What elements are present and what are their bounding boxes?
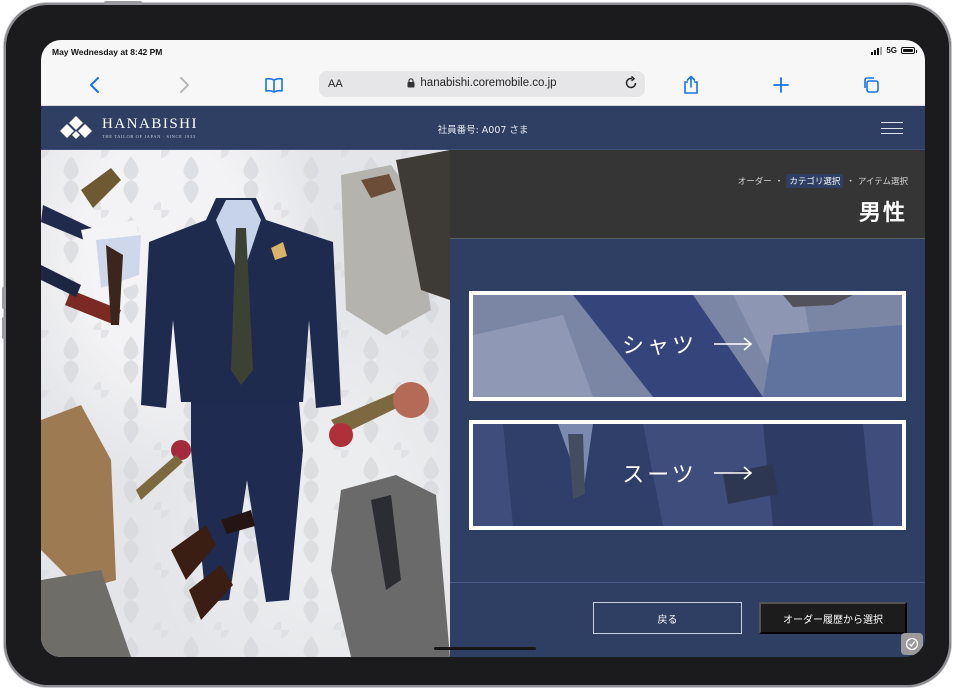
back-button[interactable]: 戻る [593,602,742,634]
suits-card-label: スーツ [473,457,902,489]
hero-photo [41,150,450,657]
address-bar[interactable]: AA hanabishi.coremobile.co.jp [319,71,645,97]
site-header: HANABISHI THE TAILOR OF JAPAN · SINCE 19… [41,106,925,150]
suits-label: スーツ [622,463,697,488]
network-label: 5G [886,46,897,55]
url-display: hanabishi.coremobile.co.jp [319,77,645,89]
top-button [104,1,142,5]
breadcrumb-item-select: アイテム選択 [857,177,908,187]
new-tab-icon[interactable] [768,72,794,98]
back-icon[interactable] [82,72,108,98]
breadcrumb-separator: ・ [846,177,855,187]
shirts-label: シャツ [621,334,697,359]
home-indicator [434,647,536,650]
ipad-frame: May Wednesday at 8:42 PM 5G AA hanabishi… [2,1,951,687]
reload-icon[interactable] [623,75,639,95]
url-text: hanabishi.coremobile.co.jp [420,77,557,89]
lock-icon [407,78,415,88]
breadcrumb: オーダー ・ カテゴリ選択 ・ アイテム選択 [738,174,908,188]
employee-label: 社員番号: A007 さま [437,125,529,136]
arrow-right-icon [713,332,753,357]
menswear-flatlay-illustration [41,150,450,657]
breadcrumb-order[interactable]: オーダー [738,175,772,187]
battery-icon [901,47,917,54]
page-title: 男性 [858,201,907,226]
screen: May Wednesday at 8:42 PM 5G AA hanabishi… [41,40,925,657]
breadcrumb-separator: ・ [774,177,784,187]
status-indicators: 5G [871,46,917,55]
footer-divider [450,582,925,583]
tabs-icon[interactable] [858,72,884,98]
share-icon[interactable] [678,72,704,98]
status-bar: May Wednesday at 8:42 PM 5G [41,40,925,64]
order-history-button[interactable]: オーダー履歴から選択 [759,602,907,634]
browser-toolbar: AA hanabishi.coremobile.co.jp [41,64,925,106]
signal-icon [871,46,883,55]
title-band: オーダー ・ カテゴリ選択 ・ アイテム選択 男性 [450,150,925,239]
menu-icon[interactable] [881,122,903,134]
arrow-right-icon [713,461,753,486]
shirts-card-label: シャツ [473,328,902,360]
bookmarks-icon[interactable] [261,72,287,98]
status-time: May Wednesday at 8:42 PM [52,47,163,57]
forward-icon[interactable] [171,72,197,98]
category-card-shirts[interactable]: シャツ [469,291,906,401]
volume-button [2,287,6,309]
category-card-suits[interactable]: スーツ [469,420,906,530]
breadcrumb-category-active: カテゴリ選択 [786,174,844,188]
volume-button [2,317,6,339]
settings-badge-icon[interactable] [901,633,923,655]
category-panel: オーダー ・ カテゴリ選択 ・ アイテム選択 男性 シャツ スーツ 戻る オーダ… [450,150,925,657]
